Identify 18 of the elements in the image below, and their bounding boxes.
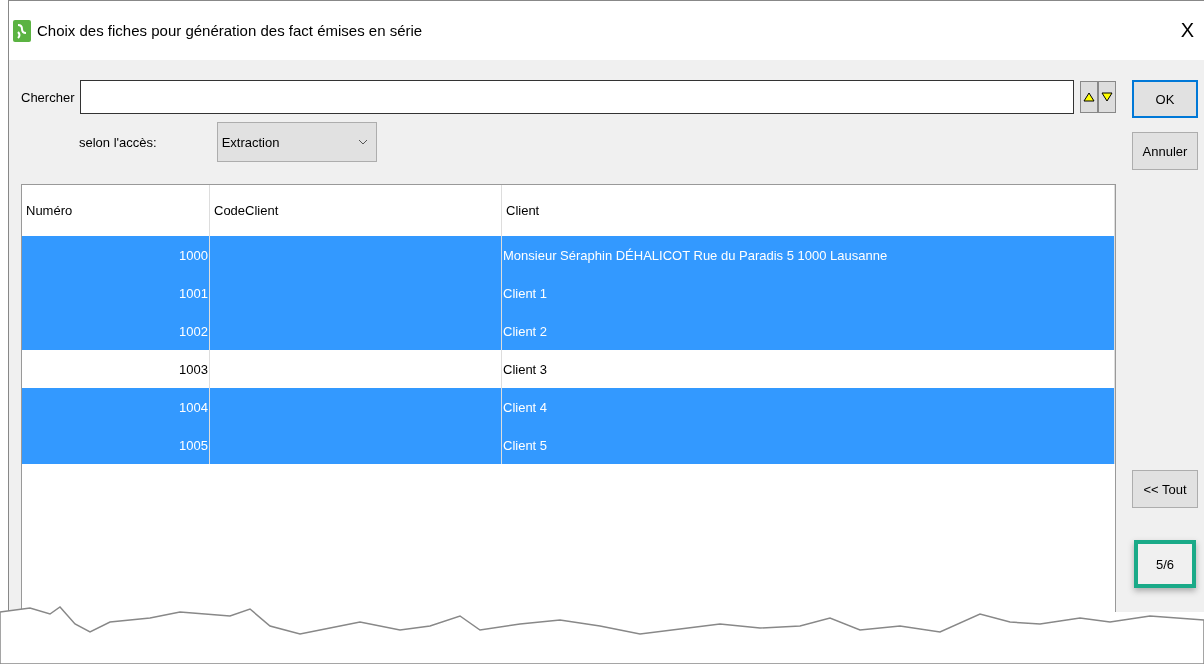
previous-button[interactable]	[1080, 81, 1098, 113]
select-all-button[interactable]: << Tout	[1132, 470, 1198, 508]
close-button[interactable]: X	[1174, 19, 1200, 42]
chevron-down-icon	[357, 139, 368, 145]
cancel-button[interactable]: Annuler	[1132, 132, 1198, 170]
search-field[interactable]	[80, 80, 1074, 114]
table-cell: Client 5	[502, 426, 1115, 464]
search-label: Chercher	[21, 89, 75, 105]
app-logo-icon	[13, 19, 31, 42]
table-cell: 1005	[22, 426, 210, 464]
window-title: Choix des fiches pour génération des fact émises en série	[37, 22, 424, 39]
triangle-down-icon	[1101, 92, 1113, 102]
access-label: selon l'accès:	[79, 134, 157, 150]
next-button[interactable]	[1098, 81, 1116, 113]
ok-button[interactable]: OK	[1132, 80, 1198, 118]
access-dropdown[interactable]: Extraction	[216, 122, 377, 162]
triangle-up-icon	[1083, 92, 1095, 102]
selection-count: 5/6	[1134, 540, 1196, 588]
